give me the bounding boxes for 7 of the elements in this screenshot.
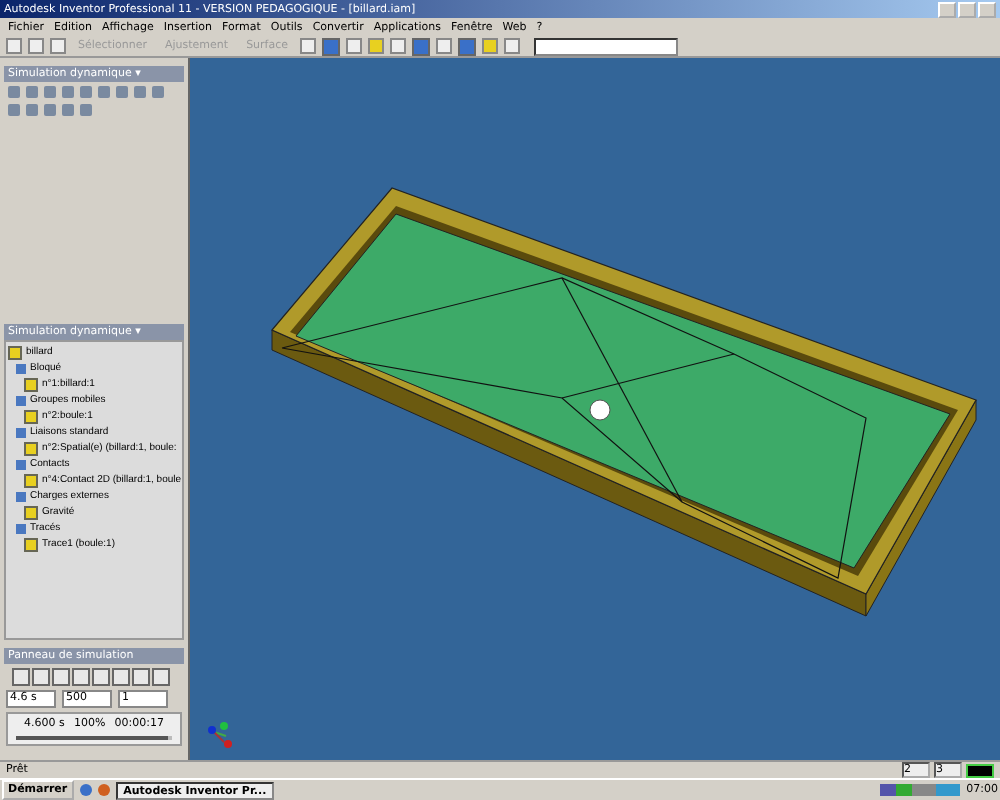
- close-button[interactable]: [978, 1, 996, 17]
- ball: [589, 399, 611, 421]
- color-swatch: [966, 763, 994, 777]
- maximize-button[interactable]: [958, 1, 976, 17]
- axis-triad-icon: [208, 722, 232, 748]
- minimize-button[interactable]: [938, 1, 956, 17]
- toolbar-dropdown[interactable]: [534, 37, 679, 55]
